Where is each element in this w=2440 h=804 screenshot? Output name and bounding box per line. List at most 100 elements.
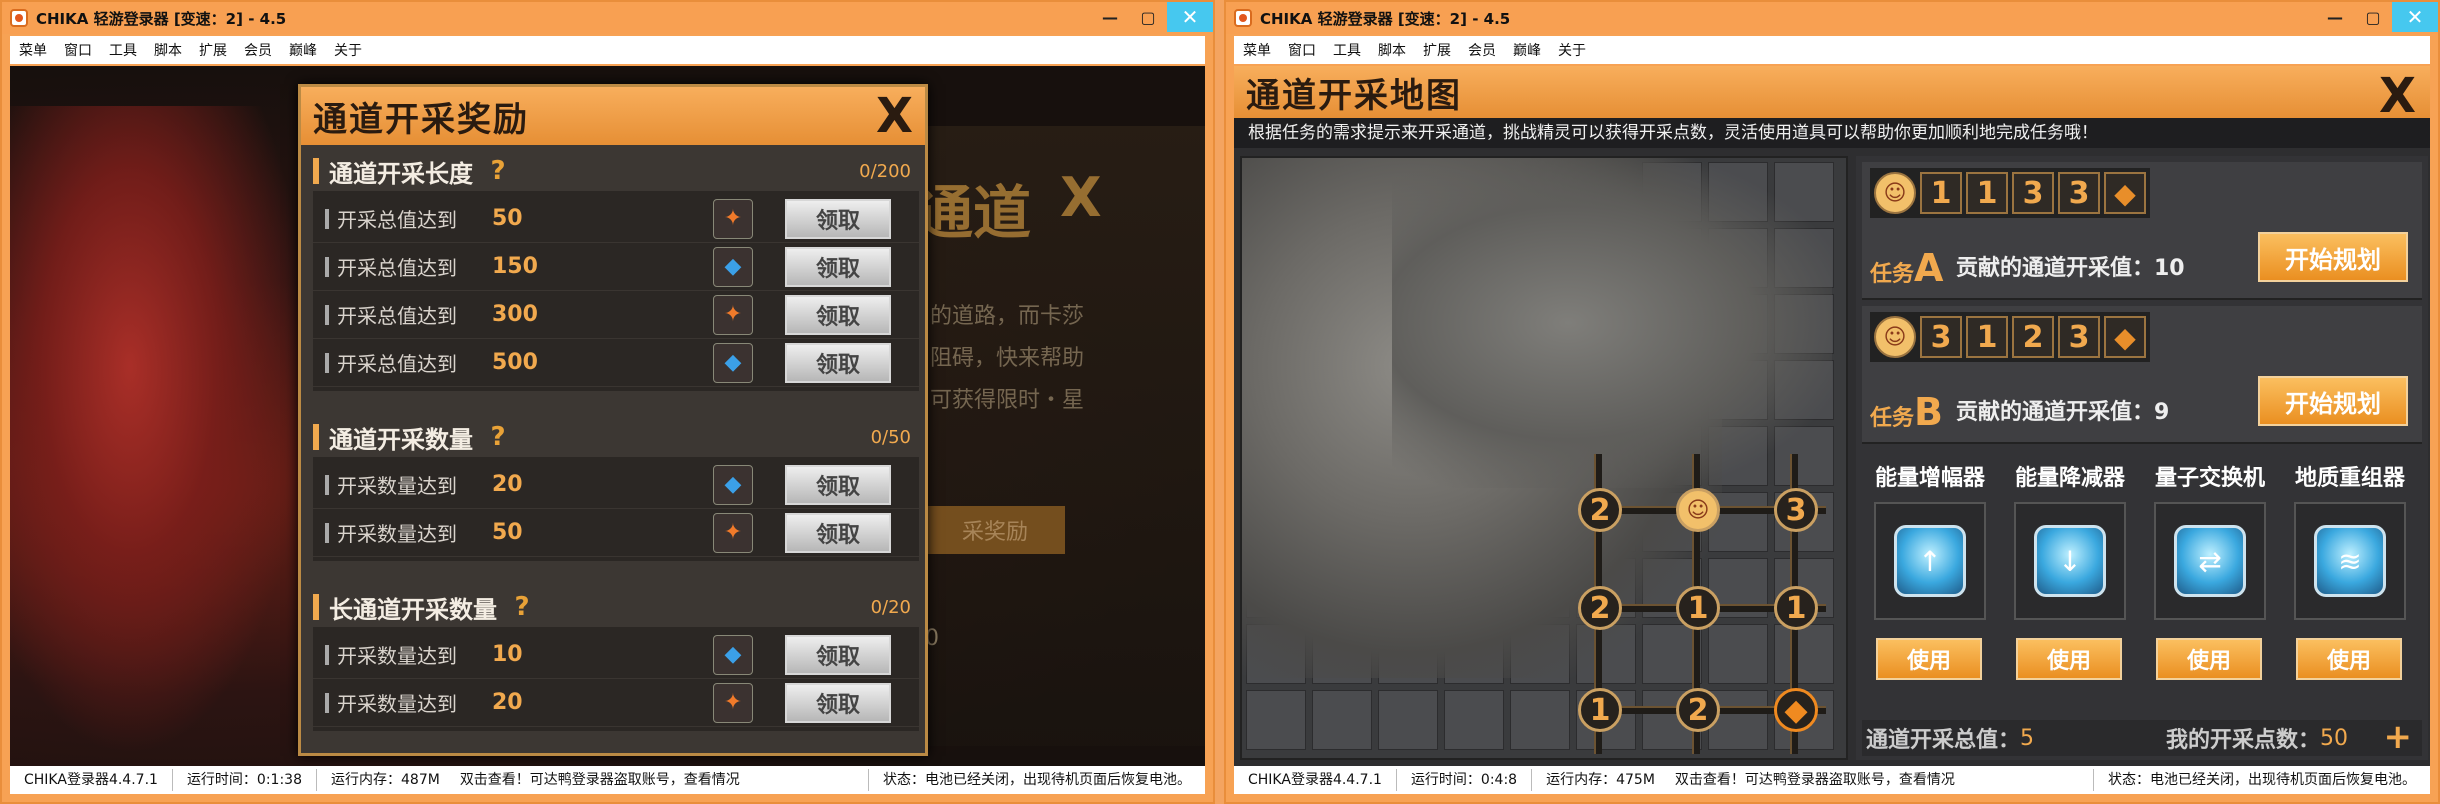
reward-item-icon[interactable]: ◆ xyxy=(713,246,753,287)
menu-item[interactable]: 关于 xyxy=(1558,40,1586,60)
title-bar[interactable]: CHIKA 轻游登录器 [变速：2] - 4.5 — ▢ ✕ xyxy=(2,2,1213,34)
menu-item[interactable]: 巅峰 xyxy=(1513,40,1541,60)
game-view[interactable]: 通道 X 的道路，而卡莎 阻碍，快来帮助 可获得限时・星 采奖励 0 通道开采奖… xyxy=(10,66,1205,766)
map-tile xyxy=(1246,690,1306,750)
menu-item[interactable]: 会员 xyxy=(244,40,272,60)
task-label: 任务A xyxy=(1870,246,1944,290)
status-state: 状态：电池已经关闭，出现待机页面后恢复电池。 xyxy=(883,772,1191,788)
map-node[interactable]: 1 xyxy=(1578,688,1622,732)
start-planning-button[interactable]: 开始规划 xyxy=(2258,376,2408,426)
close-icon[interactable]: X xyxy=(876,91,913,141)
reward-row: 开采总值达到 500 ◆ 领取 xyxy=(313,339,919,387)
status-notice[interactable]: 双击查看！可达鸭登录器盗取账号，查看情况 xyxy=(1661,769,2094,791)
claim-button[interactable]: 领取 xyxy=(785,464,891,505)
section-title: 通道开采数量 xyxy=(329,425,473,454)
reward-item-icon[interactable]: ◆ xyxy=(713,342,753,383)
claim-button[interactable]: 领取 xyxy=(785,512,891,553)
left-window: CHIKA 轻游登录器 [变速：2] - 4.5 — ▢ ✕ 菜单 窗口 工具 … xyxy=(0,0,1215,804)
claim-button[interactable]: 领取 xyxy=(785,246,891,287)
section-length: 通道开采长度 ? 0/200 开采总值达到 50 ✦ 领取 开采总值达到 150 ◆ 领取 … xyxy=(313,151,919,391)
menu-item[interactable]: 脚本 xyxy=(154,40,182,60)
map-tile xyxy=(1774,624,1834,684)
minimize-icon[interactable]: — xyxy=(1091,2,1129,32)
tool-device-icon: ⇄ xyxy=(2174,525,2246,597)
menu-item[interactable]: 工具 xyxy=(1333,40,1361,60)
use-button[interactable]: 使用 xyxy=(1876,638,1982,680)
totals-bar: 通道开采总值： 5 我的开采点数： 50 + xyxy=(1862,720,2422,756)
menu-item[interactable]: 窗口 xyxy=(64,40,92,60)
map-node[interactable]: 2 xyxy=(1578,488,1622,532)
map-node[interactable]: 1 xyxy=(1676,586,1720,630)
reward-item-icon[interactable]: ◆ xyxy=(713,634,753,675)
menu-item[interactable]: 会员 xyxy=(1468,40,1496,60)
map-description: 根据任务的需求提示来开采通道，挑战精灵可以获得开采点数，灵活使用道具可以帮助你更… xyxy=(1234,118,2430,148)
tool-quantum-switch: 量子交换机 ⇄ 使用 xyxy=(2142,454,2278,714)
map-tile xyxy=(1444,690,1504,750)
reward-item-icon[interactable]: ◆ xyxy=(713,464,753,505)
maximize-icon[interactable]: ▢ xyxy=(2354,2,2392,32)
reward-item-icon[interactable]: ✦ xyxy=(713,682,753,723)
app-icon xyxy=(1234,9,1252,27)
close-icon[interactable]: ✕ xyxy=(2392,2,2438,32)
claim-button[interactable]: 领取 xyxy=(785,342,891,383)
title-bar[interactable]: CHIKA 轻游登录器 [变速：2] - 4.5 — ▢ ✕ xyxy=(1226,2,2438,34)
menu-item[interactable]: 关于 xyxy=(334,40,362,60)
menu-bar: 菜单 窗口 工具 脚本 扩展 会员 巅峰 关于 xyxy=(10,36,1205,64)
task-sequence: ☺ 1 1 3 3 ◆ xyxy=(1870,168,2150,218)
tool-geo-reorganizer: 地质重组器 ≋ 使用 xyxy=(2282,454,2418,714)
map-node[interactable]: 3 xyxy=(1774,488,1818,532)
status-notice[interactable]: 双击查看！可达鸭登录器盗取账号，查看情况 xyxy=(446,769,869,791)
tool-device-icon: ↑ xyxy=(1894,525,1966,597)
menu-item[interactable]: 巅峰 xyxy=(289,40,317,60)
status-state: 状态：电池已经关闭，出现待机页面后恢复电池。 xyxy=(2108,772,2416,788)
map-node[interactable]: 1 xyxy=(1774,586,1818,630)
question-icon[interactable]: ? xyxy=(485,156,511,186)
close-icon[interactable]: X xyxy=(2379,68,2416,124)
section-long: 长通道开采数量 ? 0/20 开采数量达到 10 ◆ 领取 开采数量达到 20 ✦ 领取 xyxy=(313,587,919,731)
claim-button[interactable]: 领取 xyxy=(785,682,891,723)
close-icon[interactable]: ✕ xyxy=(1167,2,1213,32)
total-label: 通道开采总值： xyxy=(1866,728,2021,753)
section-count: 通道开采数量 ? 0/50 开采数量达到 20 ◆ 领取 开采数量达到 50 ✦ 领取 xyxy=(313,417,919,561)
map-node[interactable]: 2 xyxy=(1578,586,1622,630)
claim-button[interactable]: 领取 xyxy=(785,198,891,239)
claim-button[interactable]: 领取 xyxy=(785,294,891,335)
avatar-icon: ☺ xyxy=(1874,172,1916,214)
menu-item[interactable]: 窗口 xyxy=(1288,40,1316,60)
map-tile xyxy=(1312,690,1372,750)
question-icon[interactable]: ? xyxy=(485,422,511,452)
reward-item-icon[interactable]: ✦ xyxy=(713,294,753,335)
start-planning-button[interactable]: 开始规划 xyxy=(2258,232,2408,282)
menu-item[interactable]: 脚本 xyxy=(1378,40,1406,60)
reward-item-icon[interactable]: ✦ xyxy=(713,512,753,553)
window-title: CHIKA 轻游登录器 [变速：2] - 4.5 xyxy=(36,9,287,28)
use-button[interactable]: 使用 xyxy=(2296,638,2402,680)
map-grid[interactable]: 2 ☺ 3 2 1 1 1 2 ◆ xyxy=(1240,156,1848,760)
menu-item[interactable]: 工具 xyxy=(109,40,137,60)
menu-item[interactable]: 扩展 xyxy=(1423,40,1451,60)
task-sequence: ☺ 3 1 2 3 ◆ xyxy=(1870,312,2150,362)
use-button[interactable]: 使用 xyxy=(2016,638,2122,680)
claim-button[interactable]: 领取 xyxy=(785,634,891,675)
question-icon[interactable]: ? xyxy=(509,592,535,622)
reward-dialog: 通道开采奖励 X 通道开采长度 ? 0/200 开采总值达到 50 ✦ 领取 开采总值… xyxy=(298,84,928,756)
maximize-icon[interactable]: ▢ xyxy=(1129,2,1167,32)
use-button[interactable]: 使用 xyxy=(2156,638,2262,680)
reward-row: 开采总值达到 150 ◆ 领取 xyxy=(313,243,919,291)
dialog-title: 通道开采奖励 xyxy=(313,99,529,140)
app-icon xyxy=(10,9,28,27)
goal-diamond-icon[interactable]: ◆ xyxy=(1774,688,1818,732)
menu-item[interactable]: 菜单 xyxy=(19,40,47,60)
reward-row: 开采数量达到 20 ✦ 领取 xyxy=(313,679,919,727)
minimize-icon[interactable]: — xyxy=(2316,2,2354,32)
reward-row: 开采数量达到 20 ◆ 领取 xyxy=(313,461,919,509)
menu-item[interactable]: 扩展 xyxy=(199,40,227,60)
reward-item-icon[interactable]: ✦ xyxy=(713,198,753,239)
menu-item[interactable]: 菜单 xyxy=(1243,40,1271,60)
plus-icon[interactable]: + xyxy=(2384,720,2413,754)
game-view[interactable]: 通道开采地图 X 根据任务的需求提示来开采通道，挑战精灵可以获得开采点数，灵活使… xyxy=(1234,66,2430,766)
menu-bar: 菜单 窗口 工具 脚本 扩展 会员 巅峰 关于 xyxy=(1234,36,2430,64)
status-bar: CHIKA登录器4.4.7.1 运行时间：0:4:8 运行内存：475M 双击查… xyxy=(1234,766,2430,794)
player-avatar-icon: ☺ xyxy=(1676,488,1720,532)
map-node[interactable]: 2 xyxy=(1676,688,1720,732)
